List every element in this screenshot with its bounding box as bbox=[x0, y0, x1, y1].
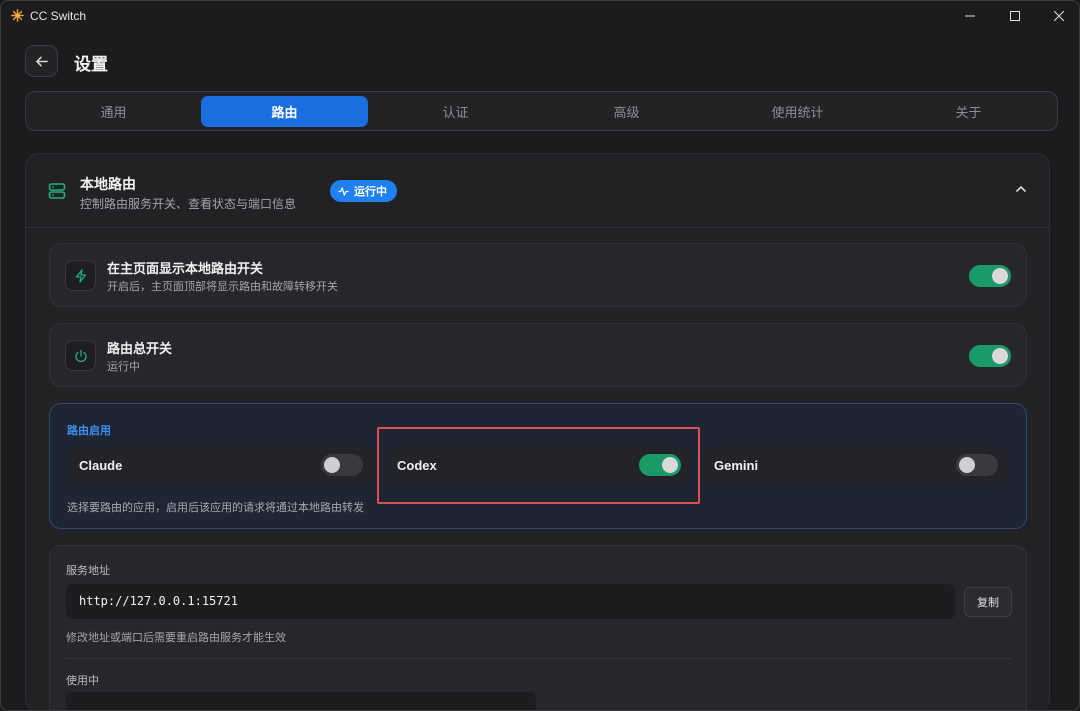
routing-apps-label: 路由启用 bbox=[67, 424, 111, 437]
tab-general[interactable]: 通用 bbox=[30, 96, 197, 127]
show-routing-toggle[interactable] bbox=[969, 265, 1011, 287]
row-title: 在主页面显示本地路由开关 bbox=[107, 262, 264, 277]
toggle-knob bbox=[324, 457, 340, 473]
tab-usage-stats[interactable]: 使用统计 bbox=[714, 96, 881, 127]
tab-auth[interactable]: 认证 bbox=[372, 96, 539, 127]
in-use-label: 使用中 bbox=[66, 674, 99, 687]
chevron-up-icon[interactable] bbox=[1015, 183, 1027, 195]
app-name: Claude bbox=[79, 458, 123, 473]
row-title: 路由总开关 bbox=[107, 342, 173, 357]
server-icon bbox=[48, 183, 66, 199]
maximize-button[interactable] bbox=[992, 1, 1038, 31]
row-description: 运行中 bbox=[107, 360, 140, 373]
row-icon-box bbox=[65, 260, 96, 291]
window-title: CC Switch bbox=[30, 9, 87, 23]
app-logo-icon bbox=[11, 9, 24, 22]
minimize-button[interactable] bbox=[947, 1, 993, 31]
show-routing-toggle-row: 在主页面显示本地路由开关 开启后，主页面顶部将显示路由和故障转移开关 bbox=[49, 243, 1027, 307]
lightning-icon bbox=[75, 268, 86, 283]
toggle-knob bbox=[992, 268, 1008, 284]
close-icon bbox=[1054, 11, 1064, 21]
close-button[interactable] bbox=[1036, 1, 1079, 31]
local-routing-subtitle: 控制路由服务开关、查看状态与端口信息 bbox=[80, 197, 297, 211]
claude-toggle[interactable] bbox=[321, 454, 363, 476]
settings-tabs: 通用 路由 认证 高级 使用统计 关于 bbox=[25, 91, 1058, 131]
in-use-field[interactable] bbox=[66, 692, 536, 710]
service-address-hint: 修改地址或端口后需要重启路由服务才能生效 bbox=[66, 631, 286, 644]
maximize-icon bbox=[1010, 11, 1020, 21]
toggle-knob bbox=[959, 457, 975, 473]
master-switch-row: 路由总开关 运行中 bbox=[49, 323, 1027, 387]
row-description: 开启后，主页面顶部将显示路由和故障转移开关 bbox=[107, 280, 338, 293]
tab-routing[interactable]: 路由 bbox=[201, 96, 368, 127]
service-address-section: 服务地址 http://127.0.0.1:15721 复制 修改地址或端口后需… bbox=[49, 545, 1027, 710]
arrow-left-icon bbox=[36, 56, 48, 66]
divider bbox=[66, 658, 1012, 659]
page-title: 设置 bbox=[74, 55, 108, 75]
local-routing-title: 本地路由 bbox=[80, 177, 136, 193]
app-window: CC Switch 设置 通用 路由 认证 高级 使用统计 关于 本地路由 控制… bbox=[0, 0, 1080, 711]
service-address-label: 服务地址 bbox=[66, 564, 110, 577]
status-badge-label: 运行中 bbox=[354, 185, 387, 198]
master-switch-toggle[interactable] bbox=[969, 345, 1011, 367]
toggle-knob bbox=[992, 348, 1008, 364]
power-icon bbox=[74, 349, 87, 362]
activity-icon bbox=[338, 186, 349, 196]
app-item-claude: Claude bbox=[67, 447, 373, 484]
tab-advanced[interactable]: 高级 bbox=[543, 96, 710, 127]
tab-about[interactable]: 关于 bbox=[885, 96, 1052, 127]
service-address-input[interactable]: http://127.0.0.1:15721 bbox=[66, 584, 955, 619]
routing-apps-hint: 选择要路由的应用，启用后该应用的请求将通过本地路由转发 bbox=[67, 501, 364, 514]
status-badge: 运行中 bbox=[330, 180, 397, 202]
app-name: Gemini bbox=[714, 458, 759, 473]
app-item-gemini: Gemini bbox=[702, 447, 1008, 484]
row-icon-box bbox=[65, 340, 96, 371]
codex-highlight-box bbox=[377, 427, 700, 504]
back-button[interactable] bbox=[25, 45, 58, 77]
title-bar: CC Switch bbox=[1, 1, 1079, 31]
copy-button[interactable]: 复制 bbox=[964, 587, 1012, 617]
minimize-icon bbox=[965, 15, 975, 17]
gemini-toggle[interactable] bbox=[956, 454, 998, 476]
local-routing-header[interactable]: 本地路由 控制路由服务开关、查看状态与端口信息 运行中 bbox=[26, 154, 1049, 228]
